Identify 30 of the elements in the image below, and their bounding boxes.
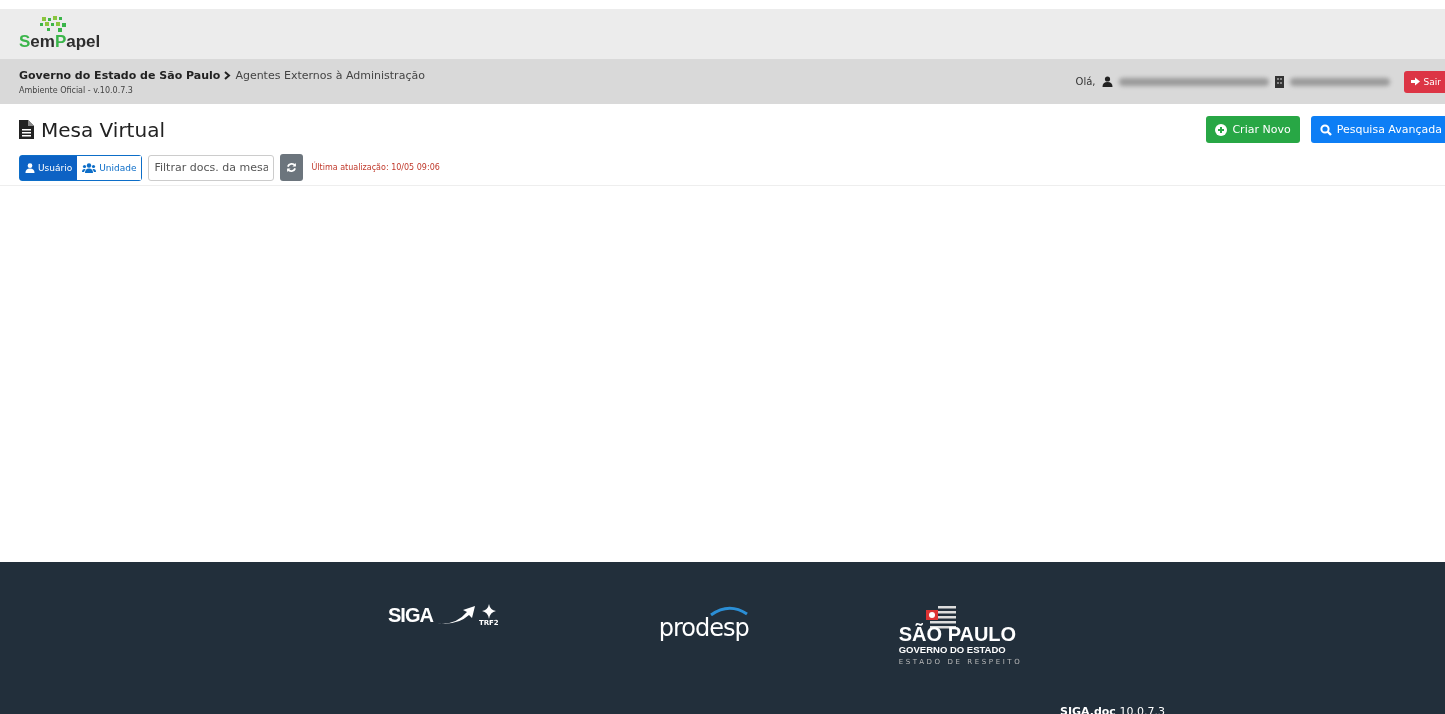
document-icon — [19, 120, 34, 139]
sao-paulo-logo-text: SÃO PAULO — [898, 624, 1017, 644]
government-label: GOVERNO DO ESTADO — [898, 644, 1006, 655]
greeting: Olá, — [1075, 76, 1096, 87]
user-scope-tab[interactable]: Usuário — [20, 155, 78, 180]
refresh-icon — [286, 162, 298, 173]
chevron-icon — [224, 70, 232, 80]
plus-circle-icon — [1215, 123, 1228, 136]
page-title: Mesa Virtual — [41, 117, 165, 142]
brand-name: SemPapel — [19, 32, 101, 52]
squares-logo-icon — [40, 16, 66, 32]
advanced-search-button[interactable]: Pesquisa Avançada — [1310, 116, 1445, 143]
user-icon — [25, 162, 35, 173]
search-icon — [1319, 123, 1332, 136]
organization-name: Governo do Estado de São Paulo — [19, 68, 221, 82]
unit-name: Agentes Externos à Administração — [235, 68, 425, 82]
sign-out-icon — [1410, 77, 1421, 86]
siga-logo-text: SIGA — [388, 604, 433, 627]
star-icon — [481, 604, 496, 619]
prodesp-logo-text: prodesp — [658, 616, 749, 640]
environment-label: Ambiente Oficial - v.10.0.7.3 — [19, 85, 134, 95]
create-button[interactable]: Criar Novo — [1206, 116, 1300, 143]
building-icon — [1274, 75, 1284, 88]
last-update-label: Última atualização: 10/05 09:06 — [311, 163, 440, 172]
filter-field[interactable]: Filtrar docs. da mesa — [148, 154, 275, 181]
user-icon — [1101, 76, 1113, 87]
users-icon — [82, 162, 97, 173]
logout-button[interactable]: Sair — [1403, 70, 1445, 93]
refresh-button[interactable] — [280, 154, 304, 181]
arc-icon — [708, 606, 749, 616]
